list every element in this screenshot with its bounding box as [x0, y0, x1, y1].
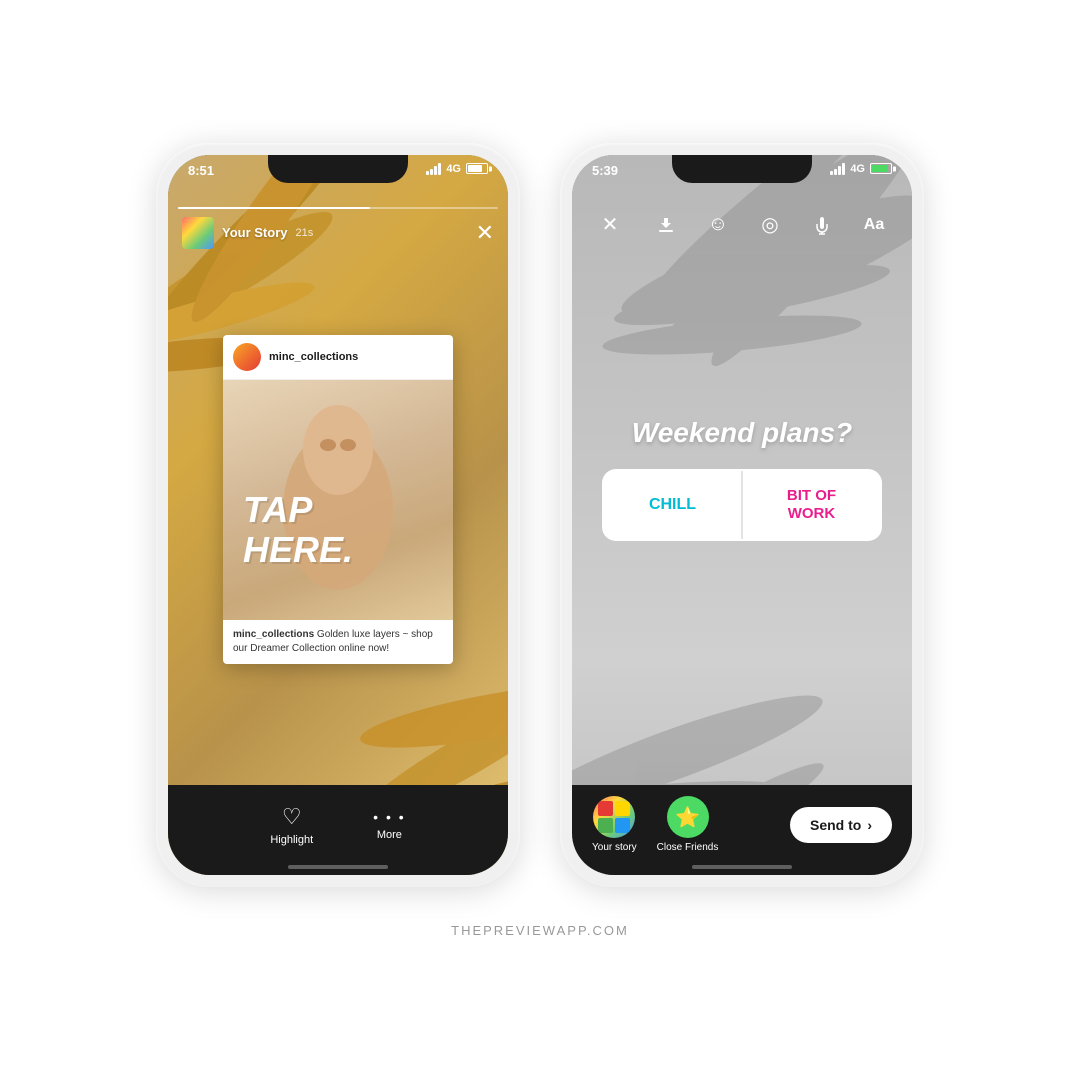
phone2-editor-screen: 5:39 4G: [572, 155, 912, 875]
phone2-screen: 5:39 4G: [572, 155, 912, 875]
story-close-button[interactable]: ✕: [476, 220, 494, 246]
poll-options: CHILL BIT OFWORK: [602, 469, 882, 541]
close-friends-option[interactable]: ⭐ Close Friends: [657, 796, 719, 853]
send-to-label: Send to: [810, 817, 861, 833]
phone1-screen: 8:51 4G: [168, 155, 508, 875]
phone2: 5:39 4G: [560, 143, 924, 887]
battery-fill-phone1: [468, 165, 482, 172]
poll-option-chill[interactable]: CHILL: [604, 471, 743, 539]
footer-url: THEPREVIEWAPP.COM: [451, 923, 629, 938]
phone1: 8:51 4G: [156, 143, 520, 887]
send-chevron-icon: ›: [867, 817, 872, 833]
highlight-button[interactable]: ♡ Highlight: [270, 804, 313, 846]
story-destination-options: Your story ⭐ Close Friends: [592, 796, 718, 853]
download-icon[interactable]: [648, 207, 684, 243]
time-phone1: 8:51: [188, 163, 214, 178]
your-story-option[interactable]: Your story: [592, 796, 637, 853]
face-effect-icon[interactable]: ◎: [752, 207, 788, 243]
time-phone2: 5:39: [592, 163, 618, 178]
signal-icon-phone2: [830, 163, 845, 175]
home-indicator-phone1: [288, 865, 388, 869]
home-indicator-phone2: [692, 865, 792, 869]
notch-phone2: [672, 155, 812, 183]
status-right-phone2: 4G: [830, 163, 892, 175]
battery-fill-phone2: [872, 165, 888, 172]
battery-icon-phone2: [870, 163, 892, 174]
highlight-label: Highlight: [270, 834, 313, 846]
preview-grid-icon: [598, 801, 630, 833]
post-image: TAP HERE.: [223, 380, 453, 620]
poll-widget[interactable]: Weekend plans? CHILL BIT OFWORK: [602, 417, 882, 541]
story-user-text: Your Story: [222, 225, 288, 240]
more-icon: • • •: [373, 809, 405, 825]
post-card[interactable]: minc_collections TAP HERE: [223, 335, 453, 664]
tap-here-text: TAP HERE.: [243, 490, 353, 569]
network-phone1: 4G: [446, 163, 461, 175]
poll-question: Weekend plans?: [602, 417, 882, 449]
your-story-icon: [593, 796, 635, 838]
story-avatar: [182, 217, 214, 249]
emoji-icon[interactable]: ☺: [700, 207, 736, 243]
poll-option-work-text: BIT OFWORK: [787, 487, 836, 523]
audio-icon[interactable]: [804, 207, 840, 243]
story-time: 21s: [296, 227, 314, 239]
story-user-info[interactable]: Your Story 21s: [182, 217, 313, 249]
more-label: More: [377, 829, 402, 841]
post-username: minc_collections: [269, 351, 358, 363]
story-username: Your Story: [222, 225, 288, 240]
highlight-icon: ♡: [282, 804, 302, 830]
more-button[interactable]: • • • More: [373, 809, 405, 841]
close-button-editor[interactable]: ✕: [592, 207, 628, 243]
phone2-bottom-bar: Your story ⭐ Close Friends Send to ›: [572, 785, 912, 875]
story-header: Your Story 21s ✕: [168, 199, 508, 257]
post-card-header: minc_collections: [223, 335, 453, 380]
poll-option-work[interactable]: BIT OFWORK: [743, 471, 880, 539]
your-story-label: Your story: [592, 842, 637, 853]
notch-phone1: [268, 155, 408, 183]
post-caption: minc_collections Golden luxe layers ~ sh…: [223, 620, 453, 664]
text-tool-icon[interactable]: Aa: [856, 207, 892, 243]
post-avatar: [233, 343, 261, 371]
editor-toolbar: ✕ ☺ ◎: [572, 199, 912, 251]
signal-icon-phone1: [426, 163, 441, 175]
phone1-bottom-bar: ♡ Highlight • • • More: [168, 785, 508, 875]
send-to-button[interactable]: Send to ›: [790, 807, 892, 843]
close-friends-icon: ⭐: [667, 796, 709, 838]
toolbar-actions: ☺ ◎ Aa: [648, 207, 892, 243]
status-right-phone1: 4G: [426, 163, 488, 175]
close-friends-label: Close Friends: [657, 842, 719, 853]
battery-icon-phone1: [466, 163, 488, 174]
phone1-story-screen: 8:51 4G: [168, 155, 508, 875]
network-phone2: 4G: [850, 163, 865, 175]
